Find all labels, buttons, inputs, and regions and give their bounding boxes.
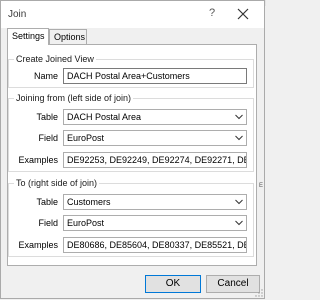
from-examples-label: Examples [18,155,58,165]
cancel-button[interactable]: Cancel [206,275,260,293]
from-field-label: Field [38,133,58,143]
from-examples-field[interactable]: DE92253, DE92249, DE92274, DE92271, DE92… [63,152,247,168]
to-table-select[interactable]: Customers [63,194,247,210]
ok-button[interactable]: OK [145,275,201,293]
to-examples-label: Examples [18,240,58,250]
joining-to-group-title: To (right side of join) [14,178,100,188]
resize-grip-icon[interactable] [255,289,263,297]
to-examples-field[interactable]: DE80686, DE85604, DE80337, DE85521, DE80… [63,237,247,253]
joining-from-group-title: Joining from (left side of join) [14,93,134,103]
to-table-label: Table [36,197,58,207]
chevron-down-icon [235,220,243,226]
chevron-down-icon [235,135,243,141]
to-field-value: EuroPost [67,218,105,228]
background-edge-text: E [259,183,264,189]
from-table-select[interactable]: DACH Postal Area [63,109,247,125]
from-table-value: DACH Postal Area [67,112,142,122]
close-icon[interactable] [237,8,249,20]
to-field-select[interactable]: EuroPost [63,215,247,231]
view-name-input[interactable]: DACH Postal Area+Customers [63,68,247,84]
from-field-value: EuroPost [67,133,105,143]
chevron-down-icon [235,114,243,120]
chevron-down-icon [235,199,243,205]
from-table-label: Table [36,112,58,122]
to-field-label: Field [38,218,58,228]
name-label: Name [33,71,58,81]
create-view-group-title: Create Joined View [14,54,96,64]
window-title: Join [8,9,27,20]
from-field-select[interactable]: EuroPost [63,130,247,146]
tab-options[interactable]: Options [49,29,87,44]
help-button[interactable]: ? [209,7,215,19]
join-dialog: Join ? Settings Options Create Joined Vi… [0,0,265,299]
tab-settings[interactable]: Settings [7,28,49,45]
to-table-value: Customers [67,197,111,207]
title-bar: Join ? [1,1,264,28]
